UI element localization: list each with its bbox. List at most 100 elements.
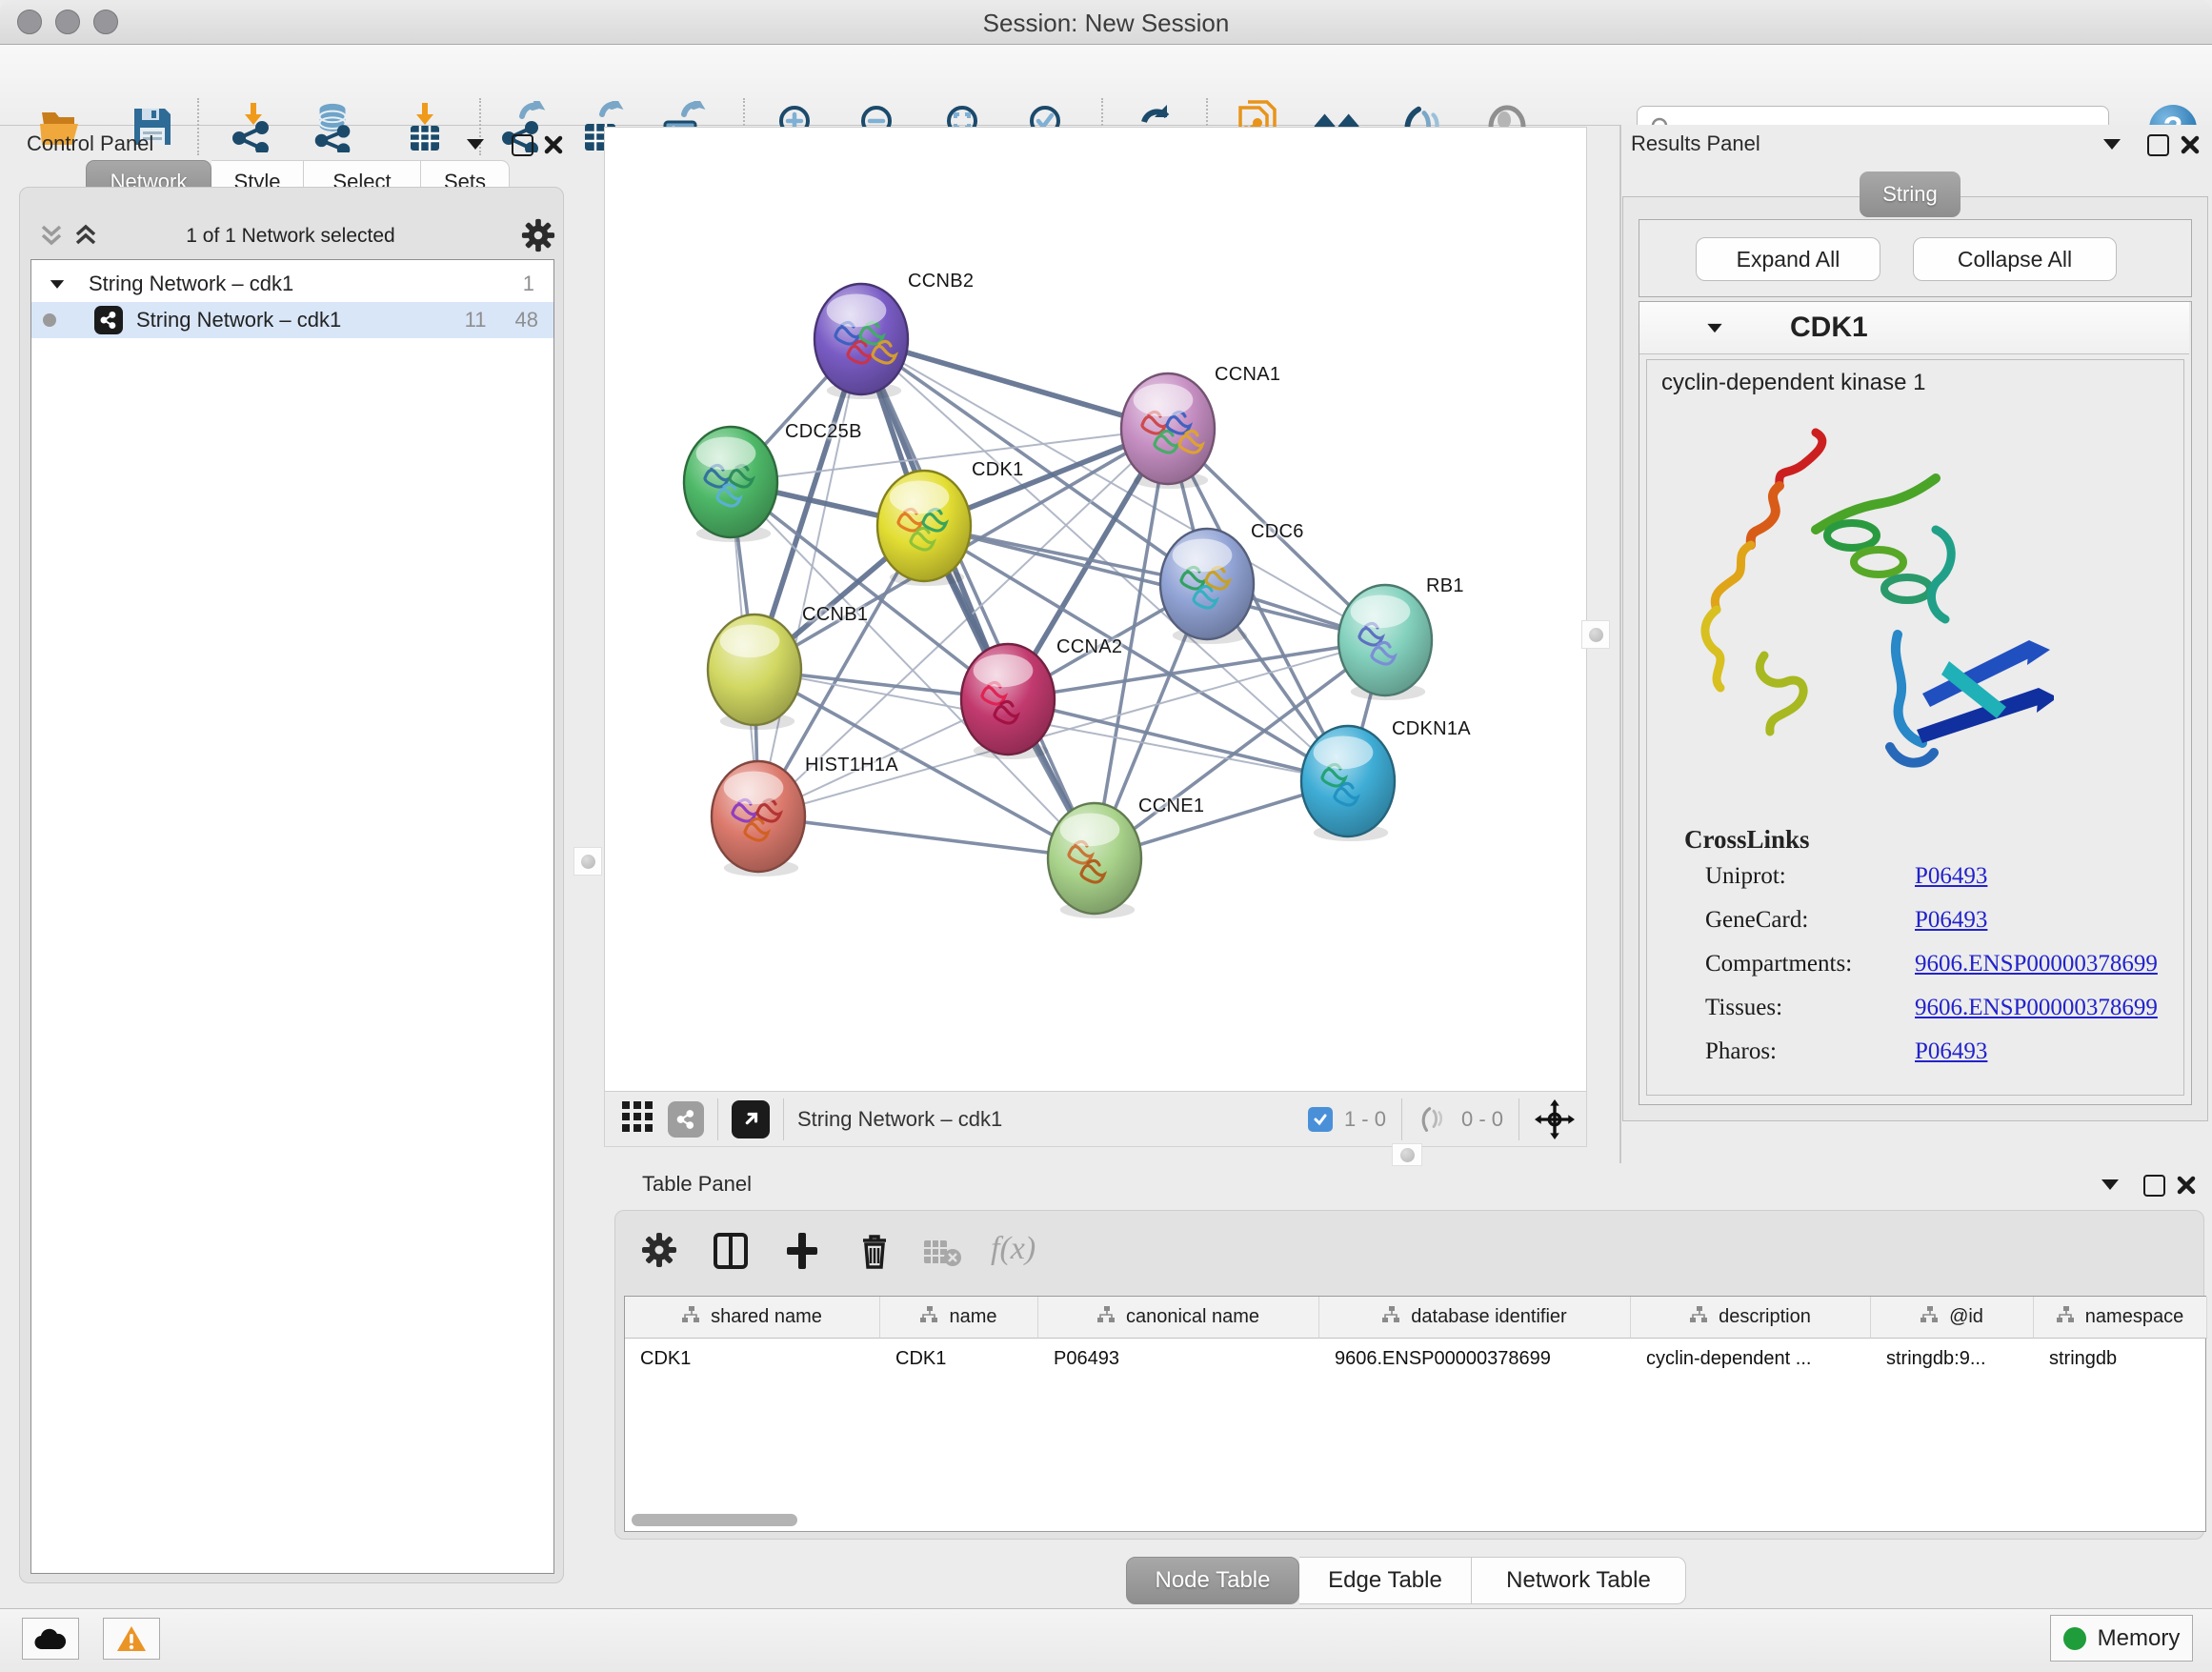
shared-attribute-icon xyxy=(1097,1306,1116,1329)
open-in-window-icon[interactable] xyxy=(732,1100,770,1138)
crosslink-pharos[interactable]: P06493 xyxy=(1915,1038,1987,1077)
network-item-row[interactable]: String Network – cdk1 11 48 xyxy=(31,302,553,338)
table-cell[interactable]: CDK1 xyxy=(625,1339,880,1379)
pan-crosshair-icon[interactable] xyxy=(1535,1099,1575,1139)
warning-status-button[interactable] xyxy=(103,1618,160,1660)
table-panel-close-icon[interactable] xyxy=(2176,1175,2197,1196)
window-title: Session: New Session xyxy=(0,9,2212,38)
control-panel-float-icon[interactable] xyxy=(512,134,533,156)
toolbar-separator xyxy=(197,98,199,155)
table-hscrollbar[interactable] xyxy=(632,1514,797,1526)
expand-all-button[interactable]: Expand All xyxy=(1696,237,1880,281)
crosslink-genecard[interactable]: P06493 xyxy=(1915,907,1987,945)
table-cell[interactable]: stringdb:9... xyxy=(1871,1339,2034,1379)
table-cell[interactable]: cyclin-dependent ... xyxy=(1631,1339,1871,1379)
network-node-ccne1[interactable] xyxy=(1048,803,1141,918)
crosslink-compartments[interactable]: 9606.ENSP00000378699 xyxy=(1915,951,2158,989)
control-panel-menu-icon[interactable] xyxy=(467,139,484,150)
network-share-toggle-icon[interactable] xyxy=(668,1101,704,1138)
import-network-file-icon[interactable] xyxy=(227,100,276,153)
tab-edge-table[interactable]: Edge Table xyxy=(1299,1557,1472,1604)
network-node-ccnb1[interactable] xyxy=(708,614,801,730)
crosslink-row: Tissues: 9606.ENSP00000378699 xyxy=(1705,995,2182,1033)
crosslink-tissues[interactable]: 9606.ENSP00000378699 xyxy=(1915,995,2158,1033)
network-collection-row[interactable]: String Network – cdk1 1 xyxy=(31,266,553,302)
collapse-all-button[interactable]: Collapse All xyxy=(1913,237,2117,281)
column-header--id[interactable]: @id xyxy=(1871,1297,2034,1339)
table-cell[interactable]: 9606.ENSP00000378699 xyxy=(1319,1339,1631,1379)
network-type-icon xyxy=(94,306,123,334)
strip-separator xyxy=(717,1098,718,1140)
column-header-canonical-name[interactable]: canonical name xyxy=(1038,1297,1319,1339)
function-builder-icon: f(x) xyxy=(991,1231,1036,1267)
column-header-description[interactable]: description xyxy=(1631,1297,1871,1339)
collapse-all-networks-icon[interactable] xyxy=(38,223,65,252)
title-bar: Session: New Session xyxy=(0,0,2212,45)
selected-nodes-checkbox[interactable] xyxy=(1308,1107,1333,1132)
column-header-shared-name[interactable]: shared name xyxy=(625,1297,880,1339)
results-panel-menu-icon[interactable] xyxy=(2103,139,2121,150)
column-header-database-identifier[interactable]: database identifier xyxy=(1319,1297,1631,1339)
status-bar xyxy=(0,1608,2212,1672)
shared-attribute-icon xyxy=(1690,1306,1709,1329)
table-cell[interactable]: P06493 xyxy=(1038,1339,1319,1379)
gene-caret-icon[interactable] xyxy=(1707,323,1721,332)
table-panel-float-icon[interactable] xyxy=(2143,1175,2165,1197)
table-settings-gear-icon[interactable] xyxy=(640,1231,678,1274)
network-collection-count: 1 xyxy=(523,272,534,296)
network-node-cdc6[interactable] xyxy=(1160,529,1254,644)
network-view-toolbar: String Network – cdk1 1 - 0 0 - 0 xyxy=(604,1092,1587,1147)
network-canvas[interactable]: CCNB2CCNA1CDC25BCDK1CDC6RB1CCNB1CCNA2CDK… xyxy=(604,127,1587,1092)
control-panel-close-icon[interactable] xyxy=(543,134,564,155)
selected-counts: 1 - 0 xyxy=(1344,1107,1386,1132)
gene-symbol: CDK1 xyxy=(1790,312,1868,344)
delete-column-trash-icon[interactable] xyxy=(855,1231,894,1276)
import-table-file-icon[interactable] xyxy=(400,100,450,153)
network-node-ccna1[interactable] xyxy=(1121,373,1215,489)
network-node-cdkn1a[interactable] xyxy=(1301,726,1395,841)
column-header-namespace[interactable]: namespace xyxy=(2034,1297,2207,1339)
gene-section-header[interactable]: CDK1 xyxy=(1639,302,2189,354)
network-graph[interactable] xyxy=(605,128,1586,1091)
crosslink-row: Compartments: 9606.ENSP00000378699 xyxy=(1705,951,2182,989)
network-collection-label: String Network – cdk1 xyxy=(89,272,293,296)
strip-separator xyxy=(783,1098,784,1140)
crosslink-uniprot[interactable]: P06493 xyxy=(1915,863,1987,901)
memory-label: Memory xyxy=(2098,1625,2181,1652)
cloud-icon xyxy=(33,1626,68,1651)
results-panel-float-icon[interactable] xyxy=(2147,134,2169,156)
add-column-icon[interactable] xyxy=(783,1231,821,1276)
results-panel-title: Results Panel xyxy=(1631,131,1760,156)
table-cell[interactable]: stringdb xyxy=(2034,1339,2207,1379)
results-tab-string[interactable]: String xyxy=(1860,171,1961,217)
table-cell[interactable]: CDK1 xyxy=(880,1339,1038,1379)
control-panel-title: Control Panel xyxy=(27,131,153,156)
node-table[interactable]: shared namenamecanonical namedatabase id… xyxy=(624,1296,2206,1532)
show-columns-icon[interactable] xyxy=(711,1231,751,1276)
tab-network-table[interactable]: Network Table xyxy=(1472,1557,1686,1604)
birdseye-grid-icon[interactable] xyxy=(620,1099,654,1138)
current-network-name: String Network – cdk1 xyxy=(797,1107,1002,1132)
memory-status-dot-icon xyxy=(2063,1627,2086,1650)
network-node-ccnb2[interactable] xyxy=(814,284,908,399)
cloud-status-button[interactable] xyxy=(22,1618,79,1660)
expand-all-networks-icon[interactable] xyxy=(72,223,99,252)
tree-caret-icon[interactable] xyxy=(50,280,64,289)
left-splitter-handle[interactable] xyxy=(573,847,602,876)
right-splitter-handle[interactable] xyxy=(1581,620,1610,649)
memory-button[interactable]: Memory xyxy=(2050,1615,2193,1662)
column-header-name[interactable]: name xyxy=(880,1297,1038,1339)
tab-node-table[interactable]: Node Table xyxy=(1126,1557,1299,1604)
bottom-splitter-handle[interactable] xyxy=(1392,1143,1422,1166)
network-node-cdc25b[interactable] xyxy=(684,427,777,542)
network-options-gear-icon[interactable] xyxy=(520,217,556,258)
network-node-rb1[interactable] xyxy=(1338,585,1432,700)
network-node-hist1h1a[interactable] xyxy=(712,761,805,876)
hidden-counts: 0 - 0 xyxy=(1461,1107,1503,1132)
shared-attribute-icon xyxy=(1382,1306,1401,1329)
table-panel-menu-icon[interactable] xyxy=(2101,1179,2119,1190)
results-panel-close-icon[interactable] xyxy=(2180,134,2201,155)
crosslink-row: Uniprot: P06493 xyxy=(1705,863,2182,901)
import-network-database-icon[interactable] xyxy=(309,100,358,153)
delete-table-icon xyxy=(922,1237,962,1272)
